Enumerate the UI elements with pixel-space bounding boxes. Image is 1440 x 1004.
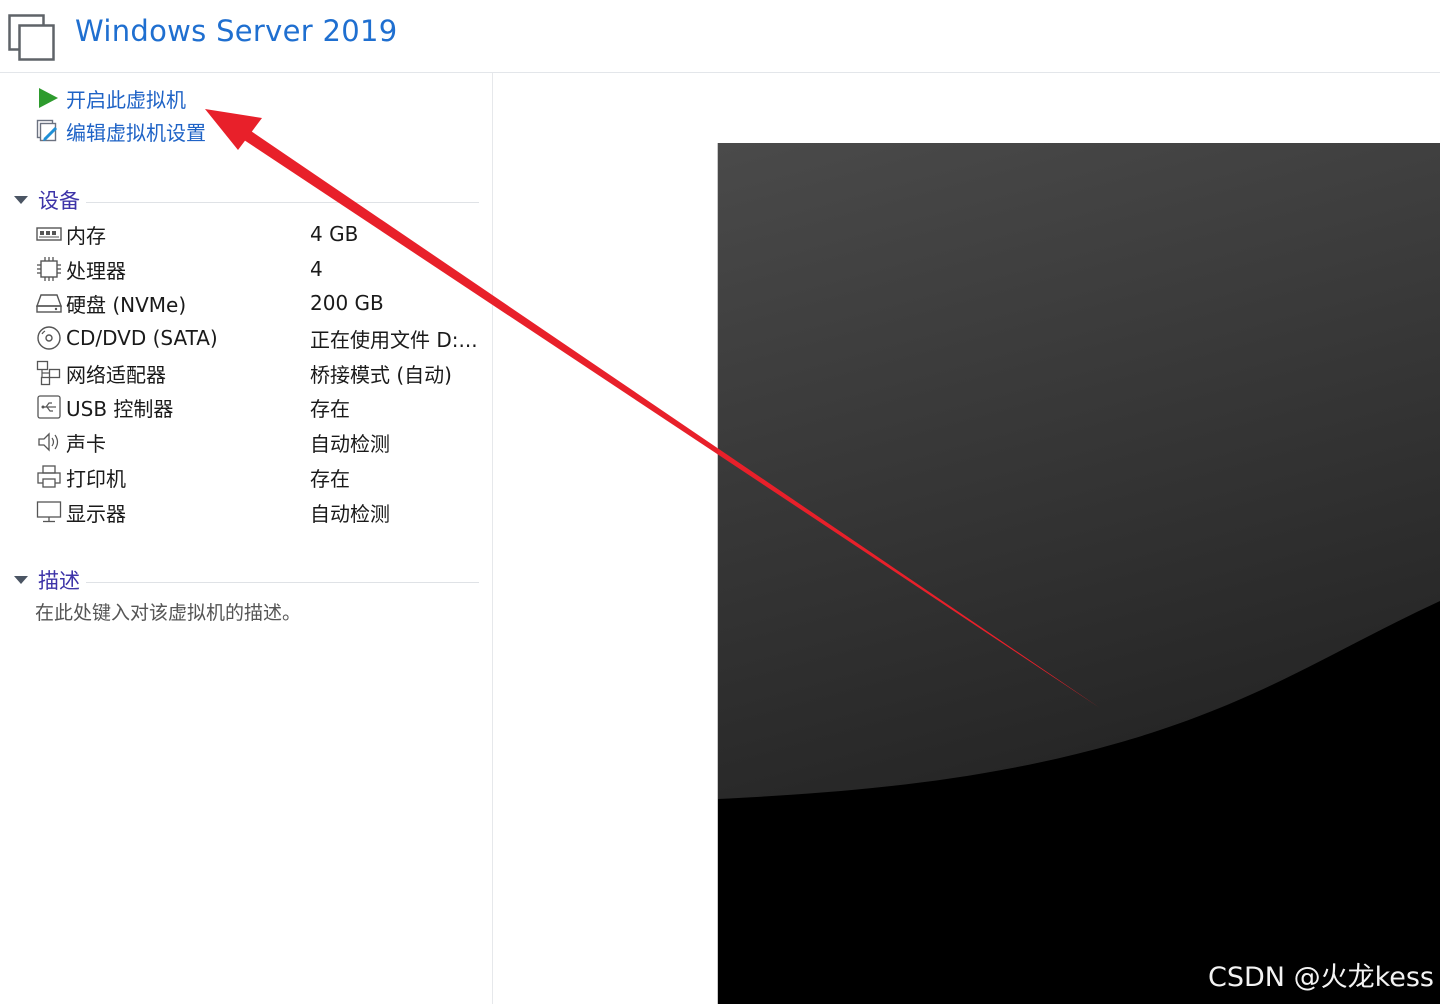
virtual-machine-icon <box>8 14 55 61</box>
device-value: 存在 <box>310 466 350 491</box>
device-value: 自动检测 <box>310 501 390 526</box>
memory-icon <box>36 227 62 241</box>
description-section-header[interactable]: 描述 <box>14 566 479 594</box>
device-row-usb-controller[interactable]: USB 控制器 存在 <box>36 392 486 422</box>
device-name: 声卡 <box>66 431 106 456</box>
device-value: 桥接模式 (自动) <box>310 362 452 387</box>
section-divider <box>86 201 479 203</box>
device-row-memory[interactable]: 内存 4 GB <box>36 219 486 249</box>
vm-screen-preview[interactable]: CSDN @火龙kess <box>718 143 1440 1004</box>
devices-section-title: 设备 <box>38 189 80 213</box>
speaker-icon <box>38 432 59 452</box>
device-row-hard-disk[interactable]: 硬盘 (NVMe) 200 GB <box>36 288 486 318</box>
collapse-triangle-icon <box>14 576 28 584</box>
device-value: 200 GB <box>310 291 384 315</box>
device-name: 网络适配器 <box>66 362 166 387</box>
vm-header: Windows Server 2019 <box>0 0 1440 73</box>
device-name: 处理器 <box>66 258 126 283</box>
vm-preview-graphic <box>718 143 1440 1004</box>
device-row-cd-dvd[interactable]: CD/DVD (SATA) 正在使用文件 D:... <box>36 323 486 353</box>
network-adapter-icon <box>36 360 61 386</box>
description-section-title: 描述 <box>38 569 80 593</box>
device-name: CD/DVD (SATA) <box>66 326 218 350</box>
processor-icon <box>37 257 61 281</box>
device-name: 打印机 <box>66 466 126 491</box>
device-row-printer[interactable]: 打印机 存在 <box>36 462 486 492</box>
usb-icon <box>37 395 61 419</box>
watermark: CSDN @火龙kess <box>1208 962 1434 993</box>
play-icon <box>39 88 58 108</box>
edit-settings-icon <box>36 119 58 142</box>
device-name: USB 控制器 <box>66 396 174 421</box>
device-value: 正在使用文件 D:... <box>310 327 478 352</box>
device-row-sound-card[interactable]: 声卡 自动检测 <box>36 427 486 457</box>
vm-title: Windows Server 2019 <box>75 14 398 48</box>
edit-vm-settings-link[interactable]: 编辑虚拟机设置 <box>36 117 206 145</box>
section-divider <box>86 581 479 583</box>
power-on-vm-link[interactable]: 开启此虚拟机 <box>36 84 186 112</box>
cd-dvd-icon <box>37 326 61 350</box>
device-value: 自动检测 <box>310 431 390 456</box>
device-name: 硬盘 (NVMe) <box>66 292 187 317</box>
power-on-vm-label: 开启此虚拟机 <box>66 87 186 112</box>
printer-icon <box>37 465 61 488</box>
device-value: 存在 <box>310 396 350 421</box>
hard-disk-icon <box>36 294 62 313</box>
monitor-icon <box>36 501 62 523</box>
device-row-display[interactable]: 显示器 自动检测 <box>36 497 486 527</box>
device-name: 内存 <box>66 223 106 248</box>
device-name: 显示器 <box>66 501 126 526</box>
devices-section-header[interactable]: 设备 <box>14 186 479 214</box>
device-value: 4 GB <box>310 222 359 246</box>
description-input[interactable]: 在此处键入对该虚拟机的描述。 <box>35 598 301 625</box>
edit-vm-settings-label: 编辑虚拟机设置 <box>66 120 206 145</box>
device-value: 4 <box>310 257 323 281</box>
device-row-network-adapter[interactable]: 网络适配器 桥接模式 (自动) <box>36 358 486 388</box>
device-row-processor[interactable]: 处理器 4 <box>36 254 486 284</box>
collapse-triangle-icon <box>14 196 28 204</box>
